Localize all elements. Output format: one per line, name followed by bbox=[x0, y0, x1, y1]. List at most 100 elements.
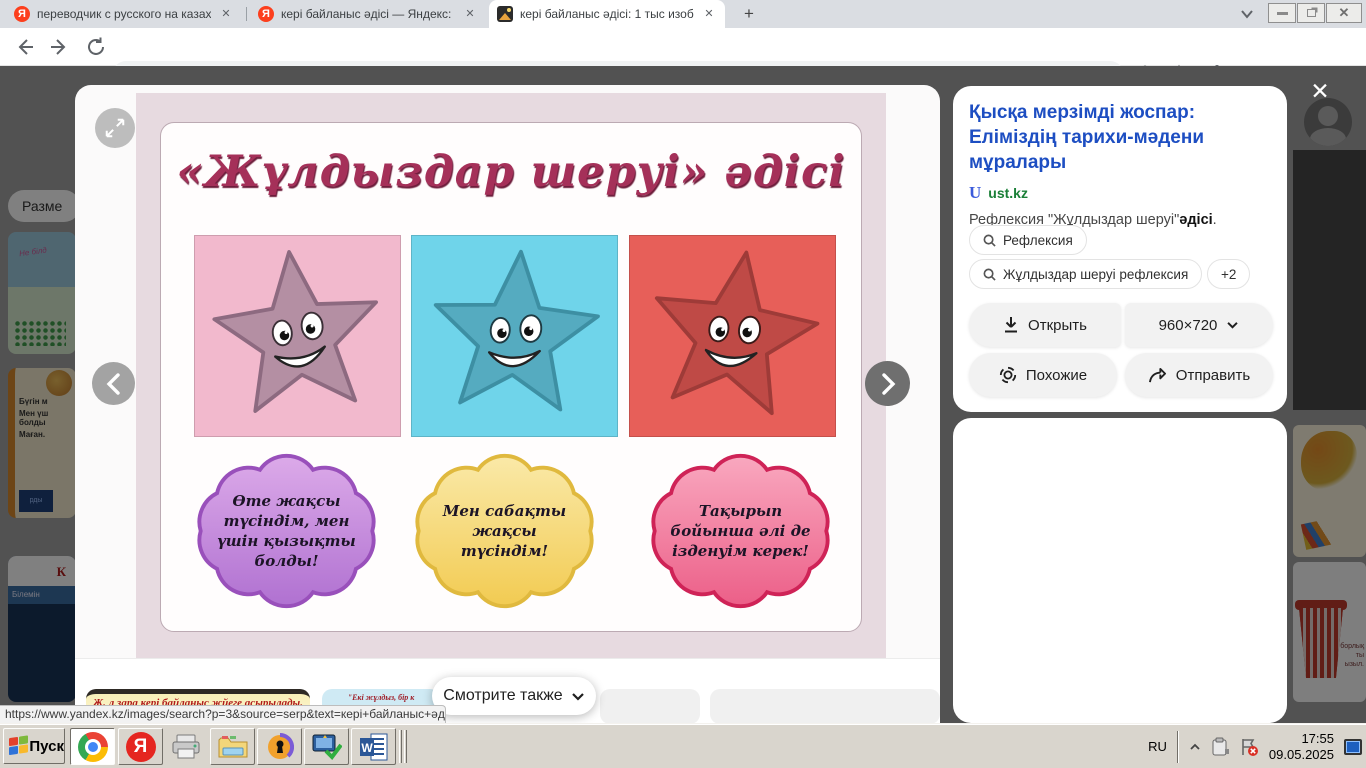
svg-text:W: W bbox=[361, 741, 373, 755]
chip-label: +2 bbox=[1221, 267, 1236, 282]
image-favicon bbox=[497, 6, 513, 22]
result-title-link[interactable]: Қысқа мерзімді жоспар: Еліміздің тарихи-… bbox=[969, 100, 1271, 175]
expand-image-button[interactable] bbox=[95, 108, 135, 148]
browser-tab-1[interactable]: Я переводчик с русского на казахск ✕ bbox=[6, 0, 242, 28]
tab-close-icon[interactable]: ✕ bbox=[462, 6, 478, 22]
send-arrow-icon bbox=[1148, 367, 1167, 384]
reload-icon[interactable] bbox=[84, 35, 108, 59]
browser-tab-2[interactable]: Я кері байланыс әдісі — Яндекс: наш ✕ bbox=[250, 0, 486, 28]
info-panel-secondary-card bbox=[953, 418, 1287, 723]
thumb-decoration bbox=[14, 320, 66, 346]
similar-lens-icon bbox=[999, 366, 1017, 384]
related-thumbnail-placeholder[interactable] bbox=[600, 689, 700, 723]
taskbar-chrome-button[interactable] bbox=[70, 728, 115, 765]
language-indicator[interactable]: RU bbox=[1148, 739, 1167, 754]
similar-label: Похожие bbox=[1026, 367, 1087, 384]
folder-icon bbox=[217, 734, 249, 760]
related-thumbnail-placeholder[interactable] bbox=[710, 689, 940, 723]
size-filter-chip[interactable]: Разме bbox=[8, 190, 80, 222]
forward-icon[interactable] bbox=[48, 35, 72, 59]
window-restore-button[interactable] bbox=[1297, 3, 1325, 23]
action-center-flag-icon[interactable] bbox=[1239, 737, 1259, 757]
monitor-check-icon bbox=[312, 733, 342, 761]
thumb-text: Бүгін м bbox=[15, 394, 76, 406]
chevron-right-icon bbox=[878, 372, 898, 396]
new-tab-button[interactable]: + bbox=[737, 4, 761, 24]
star-panel-blue bbox=[411, 235, 618, 437]
quicklaunch-handle[interactable] bbox=[404, 730, 407, 763]
send-label: Отправить bbox=[1176, 367, 1250, 384]
image-size-dropdown[interactable]: 960×720 bbox=[1125, 303, 1273, 347]
result-thumbnail[interactable]: Не білд bbox=[8, 232, 76, 354]
source-row[interactable]: U ust.kz bbox=[969, 183, 1271, 203]
thumb-text: К bbox=[8, 556, 76, 586]
taskbar-folder-button[interactable] bbox=[210, 728, 255, 765]
clipboard-tray-icon[interactable] bbox=[1211, 737, 1229, 757]
clock-time: 17:55 bbox=[1269, 731, 1334, 747]
chevron-down-icon bbox=[571, 692, 585, 701]
pencils-image bbox=[1301, 514, 1355, 550]
yandex-favicon: Я bbox=[14, 6, 30, 22]
yandex-browser-icon: Я bbox=[126, 732, 156, 762]
result-thumbnail[interactable]: борлық ты ызыл. bbox=[1293, 562, 1366, 702]
image-viewer-card: «Жұлдыздар шеруі» әдісі bbox=[75, 85, 940, 723]
start-button[interactable]: Пуск bbox=[3, 728, 65, 764]
yandex-favicon: Я bbox=[258, 6, 274, 22]
show-desktop-button[interactable] bbox=[1344, 739, 1362, 755]
clock-date: 09.05.2025 bbox=[1269, 747, 1334, 763]
cloud-bubble-yellow: Мен сабақты жақсы түсіндім! bbox=[407, 445, 602, 617]
system-tray: RU 17:55 09.05.2025 bbox=[1148, 724, 1366, 768]
send-image-button[interactable]: Отправить bbox=[1125, 353, 1273, 397]
chevron-left-icon bbox=[104, 372, 124, 396]
thumb-text: Не білд bbox=[8, 232, 76, 260]
tab-title: кері байланыс әдісі: 1 тыс изобра bbox=[520, 7, 694, 21]
window-close-button[interactable]: ✕ bbox=[1326, 3, 1362, 23]
viewed-image[interactable]: «Жұлдыздар шеруі» әдісі bbox=[136, 93, 886, 658]
previous-image-button[interactable] bbox=[92, 362, 135, 405]
more-queries-chip[interactable]: +2 bbox=[1207, 259, 1250, 289]
result-thumbnail[interactable]: К Білемін bbox=[8, 556, 76, 702]
browser-tab-3-active[interactable]: кері байланыс әдісі: 1 тыс изобра ✕ bbox=[489, 0, 725, 28]
tab-close-icon[interactable]: ✕ bbox=[701, 6, 717, 22]
tab-divider bbox=[246, 7, 247, 21]
show-hidden-icons-chevron[interactable] bbox=[1189, 743, 1201, 751]
image-info-panel: Қысқа мерзімді жоспар: Еліміздің тарихи-… bbox=[953, 86, 1287, 412]
taskbar-security-app-button[interactable] bbox=[257, 728, 302, 765]
browser-tab-strip: Я переводчик с русского на казахск ✕ Я к… bbox=[0, 0, 1366, 28]
download-icon bbox=[1003, 316, 1019, 334]
chevron-down-icon[interactable] bbox=[1240, 9, 1254, 19]
search-results-page: Разме Не білд Бүгін м Мен үш болды Маған… bbox=[0, 66, 1366, 723]
tray-divider bbox=[1177, 731, 1179, 763]
tab-close-icon[interactable]: ✕ bbox=[218, 6, 234, 22]
result-thumbnail[interactable]: Бүгін м Мен үш болды Маған. рды bbox=[8, 368, 76, 518]
taskbar-clock[interactable]: 17:55 09.05.2025 bbox=[1269, 731, 1334, 763]
similar-images-button[interactable]: Похожие bbox=[969, 353, 1117, 397]
thumb-caption: "Екі жұлдыз, бір к bbox=[322, 693, 440, 703]
chevron-down-icon bbox=[1226, 321, 1239, 329]
quicklaunch-handle[interactable] bbox=[399, 730, 402, 763]
related-query-chip[interactable]: Жұлдыздар шеруі рефлексия bbox=[969, 259, 1202, 289]
cloud-text: Тақырып бойынша әлі де ізденуім керек! bbox=[670, 445, 810, 617]
dim-block bbox=[1293, 150, 1366, 410]
open-image-button[interactable]: Открыть bbox=[969, 303, 1121, 347]
see-also-button[interactable]: Смотрите также bbox=[432, 677, 596, 715]
back-icon[interactable] bbox=[12, 35, 36, 59]
laptop-image: рды bbox=[19, 490, 53, 512]
window-minimize-button[interactable] bbox=[1268, 3, 1296, 23]
blue-star-illustration bbox=[414, 236, 617, 439]
result-thumbnail[interactable] bbox=[1293, 425, 1366, 557]
taskbar-monitor-app-button[interactable] bbox=[304, 728, 349, 765]
star-panel-pink bbox=[194, 235, 401, 437]
related-query-chip[interactable]: Рефлексия bbox=[969, 225, 1087, 255]
keyhole-app-icon bbox=[266, 733, 294, 761]
next-image-button[interactable] bbox=[865, 361, 910, 406]
start-label: Пуск bbox=[29, 738, 64, 755]
tab-title: кері байланыс әдісі — Яндекс: наш bbox=[281, 7, 455, 21]
cloud-text: Өте жақсы түсіндім, мен үшін қызықты бол… bbox=[216, 445, 356, 617]
taskbar-printer-button[interactable] bbox=[163, 728, 208, 765]
user-avatar bbox=[1304, 98, 1352, 146]
chip-label: Жұлдыздар шеруі рефлексия bbox=[1003, 267, 1188, 282]
taskbar-word-button[interactable]: W bbox=[351, 728, 396, 765]
taskbar-yandex-button[interactable]: Я bbox=[118, 728, 163, 765]
open-label: Открыть bbox=[1028, 317, 1087, 334]
